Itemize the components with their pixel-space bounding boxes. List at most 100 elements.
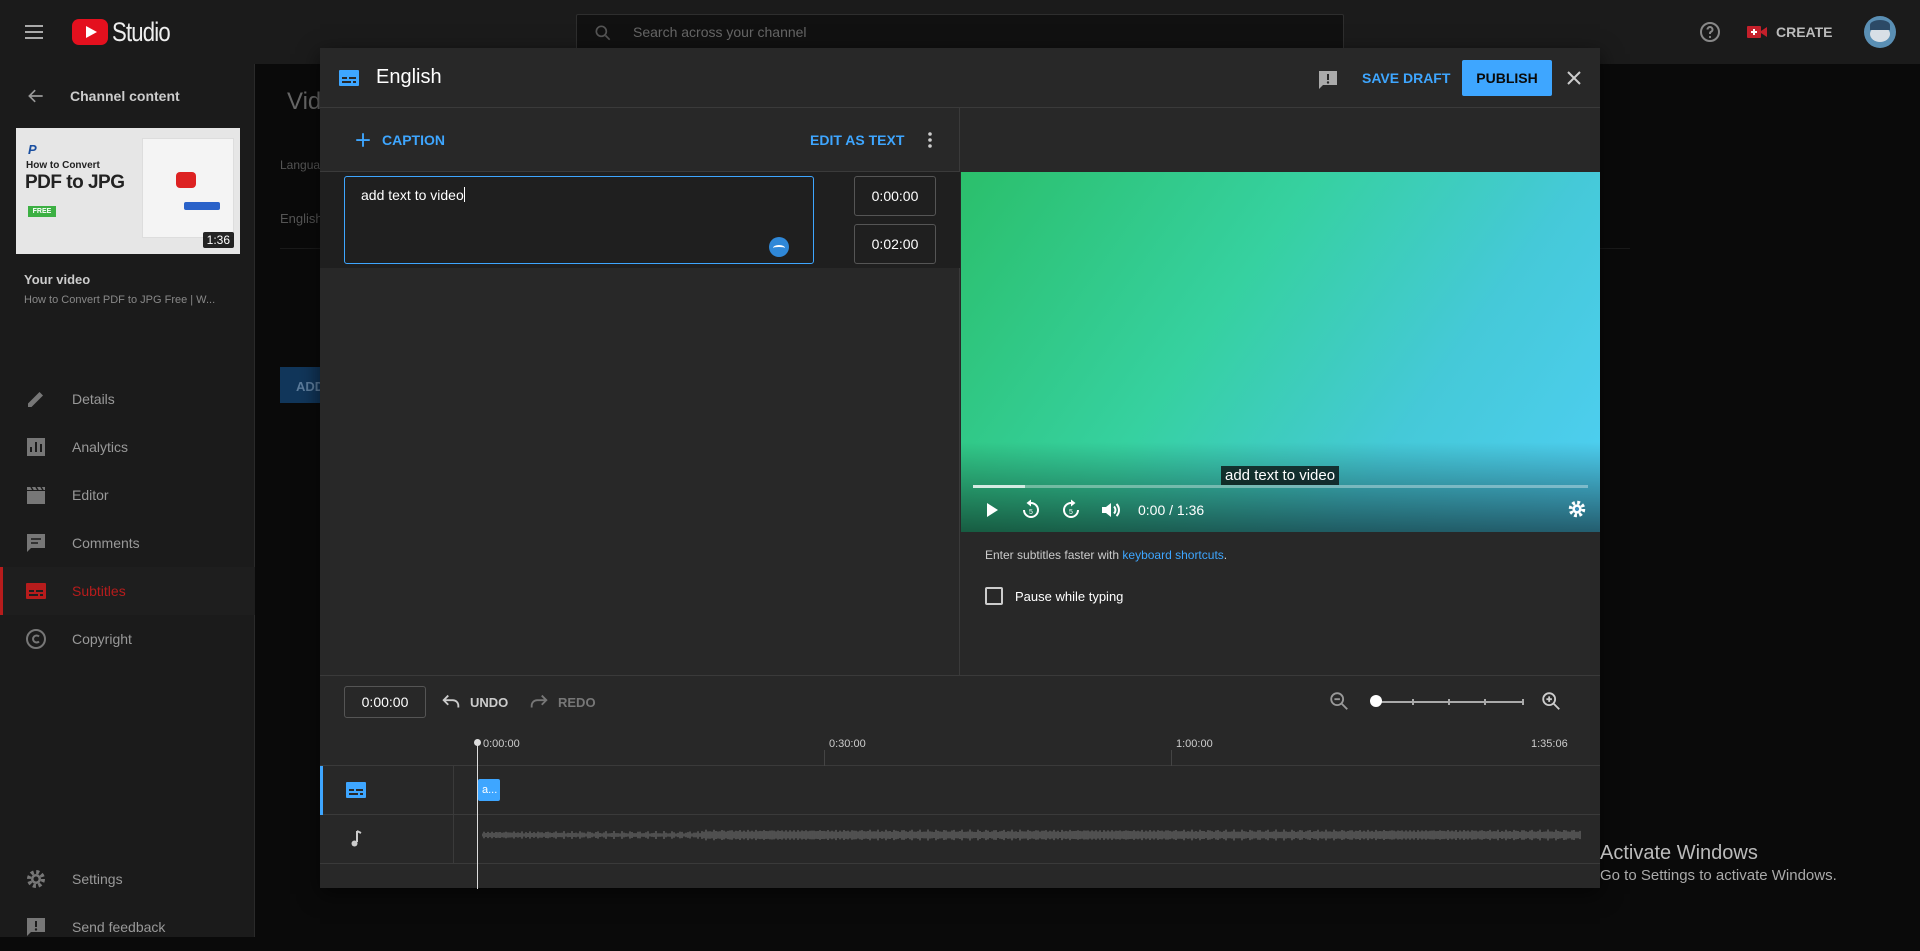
subtitle-track[interactable]: a... bbox=[320, 766, 1600, 815]
caption-editor-pane: CAPTION EDIT AS TEXT add text to video 0… bbox=[320, 108, 960, 675]
copyright-icon bbox=[26, 629, 46, 649]
caption-toolbar: CAPTION EDIT AS TEXT bbox=[320, 108, 960, 172]
sidebar-item-label: Settings bbox=[72, 871, 123, 887]
create-label: CREATE bbox=[1776, 24, 1833, 40]
redo-button[interactable]: REDO bbox=[528, 690, 596, 714]
timeline-ruler[interactable]: 0:00:00 0:30:00 1:00:00 1:35:06 bbox=[320, 728, 1600, 766]
feedback-icon bbox=[27, 918, 45, 936]
caption-text: add text to video bbox=[361, 187, 464, 203]
report-feedback-icon[interactable] bbox=[1316, 68, 1340, 92]
pencil-icon bbox=[28, 392, 43, 407]
sidebar-item-analytics[interactable]: Analytics bbox=[0, 423, 255, 471]
caption-start-time-input[interactable]: 0:00:00 bbox=[854, 176, 936, 216]
subtitle-track-header bbox=[320, 766, 454, 815]
ruler-label: 1:35:06 bbox=[1531, 738, 1568, 750]
back-arrow-icon bbox=[28, 89, 43, 103]
sidebar-item-label: Copyright bbox=[72, 631, 132, 647]
waveform-path bbox=[482, 829, 1581, 841]
zoom-slider-track[interactable] bbox=[1376, 699, 1524, 705]
sidebar-item-editor[interactable]: Editor bbox=[0, 471, 255, 519]
sidebar-item-label: Subtitles bbox=[72, 583, 126, 599]
your-video-label: Your video bbox=[24, 272, 91, 287]
video-camera-icon bbox=[1747, 26, 1767, 38]
channel-content-back[interactable]: Channel content bbox=[0, 82, 255, 110]
subtitles-icon bbox=[346, 782, 366, 798]
thumbnail-graphic bbox=[176, 172, 196, 188]
thumbnail-graphic bbox=[184, 202, 220, 210]
publish-button[interactable]: PUBLISH bbox=[1462, 60, 1552, 96]
save-draft-button[interactable]: SAVE DRAFT bbox=[1360, 60, 1452, 96]
zoom-tick bbox=[1522, 699, 1524, 705]
timeline-time-input[interactable]: 0:00:00 bbox=[344, 686, 426, 718]
preview-pane: add text to video 5 5 0:00 / 1:36 Enter … bbox=[961, 108, 1600, 675]
comment-icon bbox=[27, 534, 45, 552]
caption-text-field[interactable]: add text to video bbox=[344, 176, 814, 264]
ruler-label: 0:00:00 bbox=[483, 738, 520, 750]
search-input[interactable] bbox=[633, 15, 1323, 49]
page-title: Vid bbox=[287, 88, 322, 115]
language-column-header: Langua bbox=[280, 158, 321, 172]
sidebar-item-label: Send feedback bbox=[72, 919, 166, 935]
sidebar-item-label: Analytics bbox=[72, 439, 129, 455]
search-icon bbox=[595, 25, 611, 41]
zoom-out-icon[interactable] bbox=[1328, 690, 1350, 712]
avatar[interactable] bbox=[1864, 16, 1896, 48]
undo-label: UNDO bbox=[470, 694, 509, 710]
progress-bar[interactable] bbox=[973, 485, 1588, 488]
grammar-assistant-icon[interactable] bbox=[769, 237, 789, 257]
ruler-label: 1:00:00 bbox=[1176, 738, 1213, 750]
play-icon[interactable] bbox=[979, 498, 1003, 522]
sidebar-item-label: Comments bbox=[72, 535, 140, 551]
thumbnail-line2: PDF to JPG bbox=[25, 172, 125, 193]
hint-suffix: . bbox=[1223, 548, 1228, 562]
video-thumbnail[interactable]: P How to Convert PDF to JPG FREE 1:36 bbox=[16, 128, 240, 254]
ruler-label: 0:30:00 bbox=[829, 738, 866, 750]
help-icon[interactable] bbox=[1698, 20, 1722, 44]
forward-icon[interactable]: 5 bbox=[1059, 498, 1083, 522]
redo-icon bbox=[530, 694, 548, 708]
checkbox-box[interactable] bbox=[985, 587, 1003, 605]
ruler-tick bbox=[1171, 750, 1172, 766]
zoom-tick bbox=[1448, 699, 1450, 705]
video-player[interactable]: add text to video 5 5 0:00 / 1:36 bbox=[961, 172, 1600, 532]
settings-gear-icon[interactable] bbox=[1566, 498, 1588, 520]
thumbnail-badge: FREE bbox=[28, 206, 56, 217]
playhead[interactable] bbox=[474, 739, 481, 889]
pause-while-typing-label: Pause while typing bbox=[1015, 588, 1124, 604]
pause-while-typing-checkbox[interactable]: Pause while typing bbox=[985, 586, 1123, 606]
studio-logo[interactable]: Studio bbox=[72, 17, 183, 47]
time-display: 0:00 / 1:36 bbox=[1138, 502, 1205, 518]
close-icon[interactable] bbox=[1562, 66, 1586, 90]
hint-prefix: Enter subtitles faster with bbox=[985, 548, 1123, 562]
audio-track-header bbox=[320, 815, 454, 864]
zoom-slider-handle[interactable] bbox=[1370, 695, 1382, 707]
sidebar-item-copyright[interactable]: Copyright bbox=[0, 615, 255, 663]
zoom-in-icon[interactable] bbox=[1540, 690, 1562, 712]
rewind-icon[interactable]: 5 bbox=[1019, 498, 1043, 522]
sidebar-item-send-feedback[interactable]: Send feedback bbox=[0, 903, 255, 951]
sidebar-item-subtitles[interactable]: Subtitles bbox=[0, 567, 255, 615]
shortcut-hint: Enter subtitles faster with keyboard sho… bbox=[985, 548, 1227, 562]
sidebar-item-details[interactable]: Details bbox=[0, 375, 255, 423]
keyboard-shortcuts-link[interactable]: keyboard shortcuts bbox=[1122, 548, 1223, 562]
caption-block[interactable]: a... bbox=[478, 779, 500, 801]
add-language-button[interactable]: ADD bbox=[280, 367, 324, 403]
edit-as-text-button[interactable]: EDIT AS TEXT bbox=[810, 128, 904, 152]
back-label: Channel content bbox=[70, 88, 180, 104]
search-bar[interactable] bbox=[576, 14, 1344, 50]
create-button[interactable]: CREATE bbox=[1746, 18, 1833, 46]
watermark-subtitle: Go to Settings to activate Windows. bbox=[1600, 867, 1837, 884]
sidebar-item-settings[interactable]: Settings bbox=[0, 855, 255, 903]
volume-icon[interactable] bbox=[1099, 498, 1123, 522]
add-caption-button[interactable]: CAPTION bbox=[354, 128, 445, 152]
language-row: English bbox=[280, 211, 323, 226]
more-options-icon[interactable] bbox=[918, 128, 942, 152]
watermark-title: Activate Windows bbox=[1600, 842, 1758, 864]
svg-text:5: 5 bbox=[1069, 509, 1073, 516]
undo-button[interactable]: UNDO bbox=[440, 690, 508, 714]
sidebar-item-comments[interactable]: Comments bbox=[0, 519, 255, 567]
zoom-tick bbox=[1412, 699, 1414, 705]
menu-icon[interactable] bbox=[22, 20, 46, 44]
youtube-logo-icon bbox=[72, 19, 108, 45]
caption-end-time-input[interactable]: 0:02:00 bbox=[854, 224, 936, 264]
